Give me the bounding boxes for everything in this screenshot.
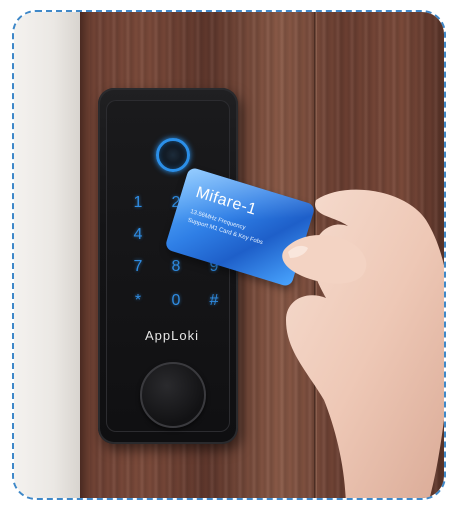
hand-image <box>282 189 444 498</box>
key-hash: # <box>209 292 219 309</box>
fingerprint-sensor-icon <box>156 138 190 172</box>
door-edge <box>80 12 90 498</box>
key-1: 1 <box>133 194 143 211</box>
brand-logo: AppLoki <box>145 328 199 343</box>
smart-lock: 1 2 3 4 5 6 7 8 9 * 0 # AppLoki <box>98 88 238 444</box>
image-frame: 1 2 3 4 5 6 7 8 9 * 0 # AppLoki Mifare- <box>12 10 446 500</box>
lock-knob <box>140 362 206 428</box>
key-4: 4 <box>133 226 143 243</box>
key-0: 0 <box>171 292 181 309</box>
photo-scene: 1 2 3 4 5 6 7 8 9 * 0 # AppLoki Mifare- <box>14 12 444 498</box>
card-line-1: 13.56MHz Frequency <box>189 208 247 232</box>
key-8: 8 <box>171 258 181 275</box>
card-line-2: Support M1 Card & Key Fobs <box>186 217 264 247</box>
card-title: Mifare-1 <box>193 184 259 219</box>
lock-faceplate: 1 2 3 4 5 6 7 8 9 * 0 # AppLoki <box>106 100 230 432</box>
wall <box>14 12 80 498</box>
key-star: * <box>134 292 142 309</box>
key-7: 7 <box>133 258 143 275</box>
